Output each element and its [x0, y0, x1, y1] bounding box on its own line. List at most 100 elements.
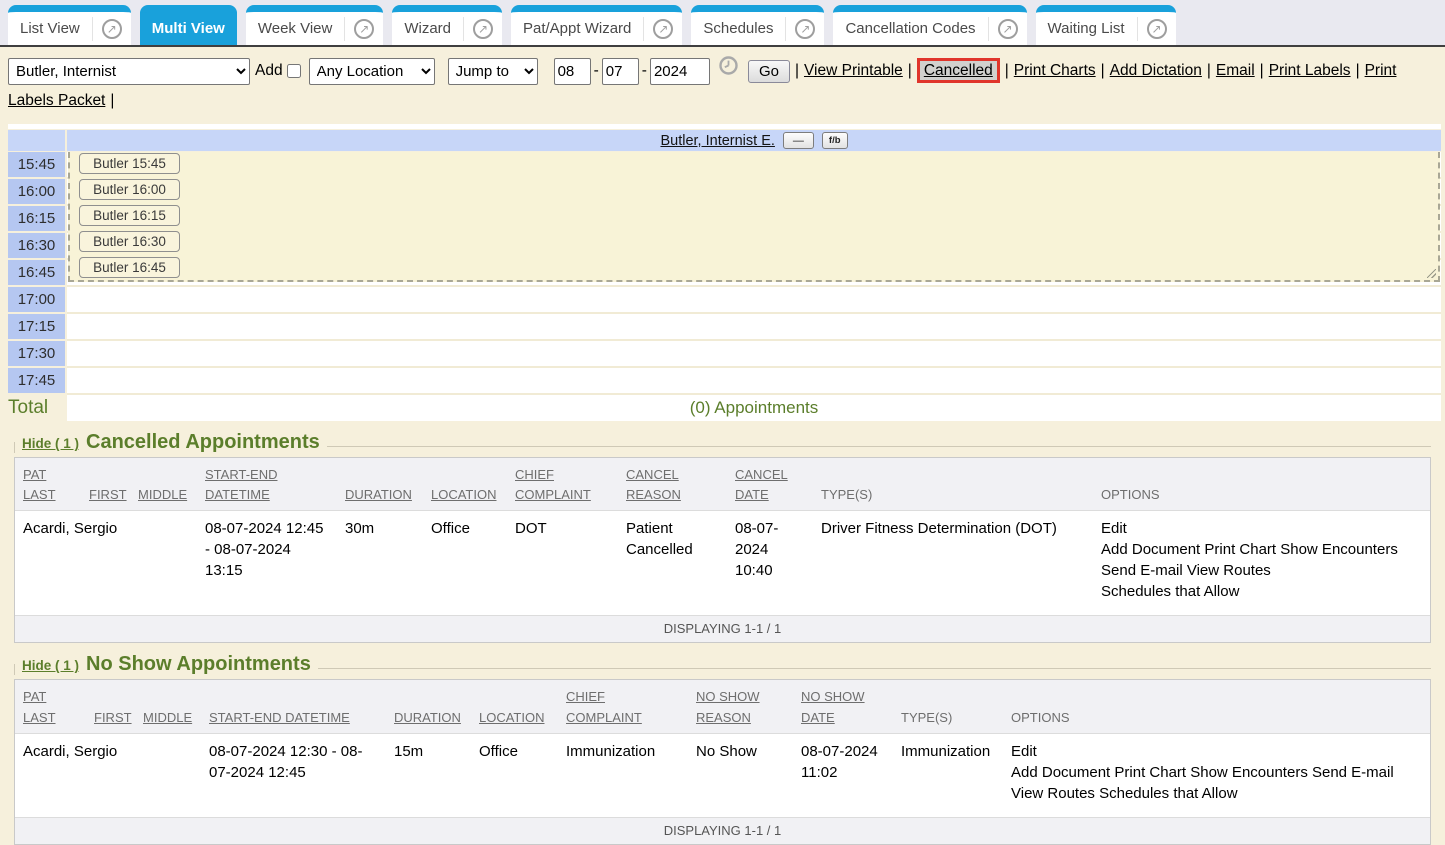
slot-row[interactable]	[67, 287, 1441, 314]
schedule-grid: Butler, Internist E. — f/b 15:45 16:00 1…	[8, 124, 1441, 421]
date-separator: -	[591, 62, 602, 79]
fieldset-tick	[14, 442, 15, 453]
date-month-input[interactable]	[554, 58, 591, 85]
col-chief-complaint[interactable]: CHIEF COMPLAINT	[507, 465, 618, 505]
slot-button-1545[interactable]: Butler 15:45	[79, 153, 180, 174]
time-label: 16:00	[8, 179, 65, 204]
table-footer: DISPLAYING 1-1 / 1	[15, 615, 1430, 642]
tab-week-view[interactable]: Week View ↗	[246, 5, 383, 45]
tab-pat-appt-wizard[interactable]: Pat/Appt Wizard ↗	[511, 5, 682, 45]
location-select[interactable]: Any Location	[309, 58, 435, 85]
tab-waiting-list[interactable]: Waiting List ↗	[1036, 5, 1176, 45]
option-edit[interactable]: Edit	[1011, 741, 1422, 762]
col-cancel-date[interactable]: CANCEL DATE	[727, 465, 813, 505]
col-location[interactable]: LOCATION	[471, 708, 558, 728]
clock-icon[interactable]	[719, 56, 738, 86]
time-label: 17:15	[8, 314, 65, 339]
tab-schedules[interactable]: Schedules ↗	[691, 5, 824, 45]
add-dictation-link[interactable]: Add Dictation	[1110, 62, 1202, 79]
section-header: Hide ( 1 ) Cancelled Appointments	[14, 431, 1431, 454]
col-duration[interactable]: DURATION	[337, 485, 423, 505]
cancelled-link[interactable]: Cancelled	[924, 62, 993, 79]
grid-body: 15:45 16:00 16:15 16:30 16:45 17:00 17:1…	[8, 152, 1441, 395]
front-back-button[interactable]: f/b	[822, 132, 848, 149]
date-day-input[interactable]	[602, 58, 639, 85]
col-types: TYPE(S)	[813, 485, 1093, 505]
option-actions-line[interactable]: Send E-mail View Routes	[1101, 560, 1422, 581]
open-new-window-icon[interactable]: ↗	[643, 17, 682, 41]
col-first[interactable]: FIRST	[86, 708, 135, 728]
cell-cancel-date: 08-07-2024 10:40	[727, 518, 813, 602]
add-label: Add	[255, 62, 283, 79]
link-separator: |	[105, 92, 119, 109]
col-cancel-reason[interactable]: CANCEL REASON	[618, 465, 727, 505]
option-actions-line[interactable]: Add Document Print Chart Show Encounters	[1101, 539, 1422, 560]
resize-handle-icon[interactable]	[1427, 269, 1436, 278]
col-start-end[interactable]: START-END DATETIME	[197, 465, 337, 505]
cell-location: Office	[471, 741, 558, 804]
option-actions-line[interactable]: Add Document Print Chart Show Encounters…	[1011, 762, 1422, 783]
slot-button-1630[interactable]: Butler 16:30	[79, 231, 180, 252]
col-pat-last[interactable]: PAT LAST	[15, 465, 81, 505]
view-printable-link[interactable]: View Printable	[804, 62, 903, 79]
col-start-end[interactable]: START-END DATETIME	[201, 708, 386, 728]
option-edit[interactable]: Edit	[1101, 518, 1422, 539]
col-duration[interactable]: DURATION	[386, 708, 471, 728]
open-new-window-icon[interactable]: ↗	[988, 17, 1027, 41]
open-new-window-icon[interactable]: ↗	[344, 17, 383, 41]
hide-cancelled-link[interactable]: Hide ( 1 )	[22, 436, 79, 451]
go-button[interactable]: Go	[748, 60, 790, 83]
link-separator: |	[1096, 62, 1110, 79]
total-label: Total	[8, 395, 65, 421]
col-noshow-date[interactable]: NO SHOW DATE	[793, 687, 893, 727]
slot-button-1600[interactable]: Butler 16:00	[79, 179, 180, 200]
hide-noshow-link[interactable]: Hide ( 1 )	[22, 658, 79, 673]
tab-label: List View	[8, 20, 92, 37]
jump-to-select[interactable]: Jump to	[448, 58, 538, 85]
cell-pat-name: Acardi, Sergio	[15, 518, 81, 602]
cell-first	[86, 741, 135, 804]
col-middle[interactable]: MIDDLE	[135, 708, 201, 728]
open-new-window-icon[interactable]: ↗	[92, 17, 131, 41]
section-rule	[327, 446, 1431, 447]
tab-wizard[interactable]: Wizard ↗	[392, 5, 502, 45]
tab-list-view[interactable]: List View ↗	[8, 5, 131, 45]
time-label: 16:45	[8, 260, 65, 285]
email-link[interactable]: Email	[1216, 62, 1255, 79]
section-title: No Show Appointments	[86, 653, 311, 676]
open-new-window-icon[interactable]: ↗	[463, 17, 502, 41]
slot-row[interactable]	[67, 368, 1441, 395]
tab-multi-view[interactable]: Multi View	[140, 5, 237, 45]
tab-label: Week View	[246, 20, 344, 37]
open-new-window-icon[interactable]: ↗	[1137, 17, 1176, 41]
add-checkbox[interactable]	[287, 64, 301, 78]
provider-link[interactable]: Butler, Internist E.	[660, 133, 774, 149]
date-year-input[interactable]	[650, 58, 710, 85]
collapse-column-button[interactable]: —	[783, 132, 814, 149]
grid-top-strip	[8, 124, 1441, 129]
link-separator: |	[1351, 62, 1365, 79]
tab-cancellation-codes[interactable]: Cancellation Codes ↗	[833, 5, 1026, 45]
col-options: OPTIONS	[1093, 485, 1430, 505]
slot-button-1615[interactable]: Butler 16:15	[79, 205, 180, 226]
slot-button-1645[interactable]: Butler 16:45	[79, 257, 180, 278]
slot-row[interactable]	[67, 341, 1441, 368]
col-pat-last[interactable]: PAT LAST	[15, 687, 86, 727]
col-location[interactable]: LOCATION	[423, 485, 507, 505]
print-charts-link[interactable]: Print Charts	[1014, 62, 1096, 79]
col-chief-complaint[interactable]: CHIEF COMPLAINT	[558, 687, 688, 727]
open-new-window-icon[interactable]: ↗	[785, 17, 824, 41]
provider-select[interactable]: Butler, Internist	[8, 58, 250, 85]
col-types: TYPE(S)	[893, 708, 1003, 728]
col-first[interactable]: FIRST	[81, 485, 130, 505]
cell-first	[81, 518, 130, 602]
col-noshow-reason[interactable]: NO SHOW REASON	[688, 687, 793, 727]
slot-row[interactable]	[67, 314, 1441, 341]
time-label: 17:45	[8, 368, 65, 393]
tab-label: Waiting List	[1036, 20, 1137, 37]
slot-area: Butler 15:45 Butler 16:00 Butler 16:15 B…	[67, 152, 1441, 395]
col-middle[interactable]: MIDDLE	[130, 485, 197, 505]
option-actions-line[interactable]: View Routes Schedules that Allow	[1011, 783, 1422, 804]
option-actions-line[interactable]: Schedules that Allow	[1101, 581, 1422, 602]
print-labels-link[interactable]: Print Labels	[1269, 62, 1351, 79]
